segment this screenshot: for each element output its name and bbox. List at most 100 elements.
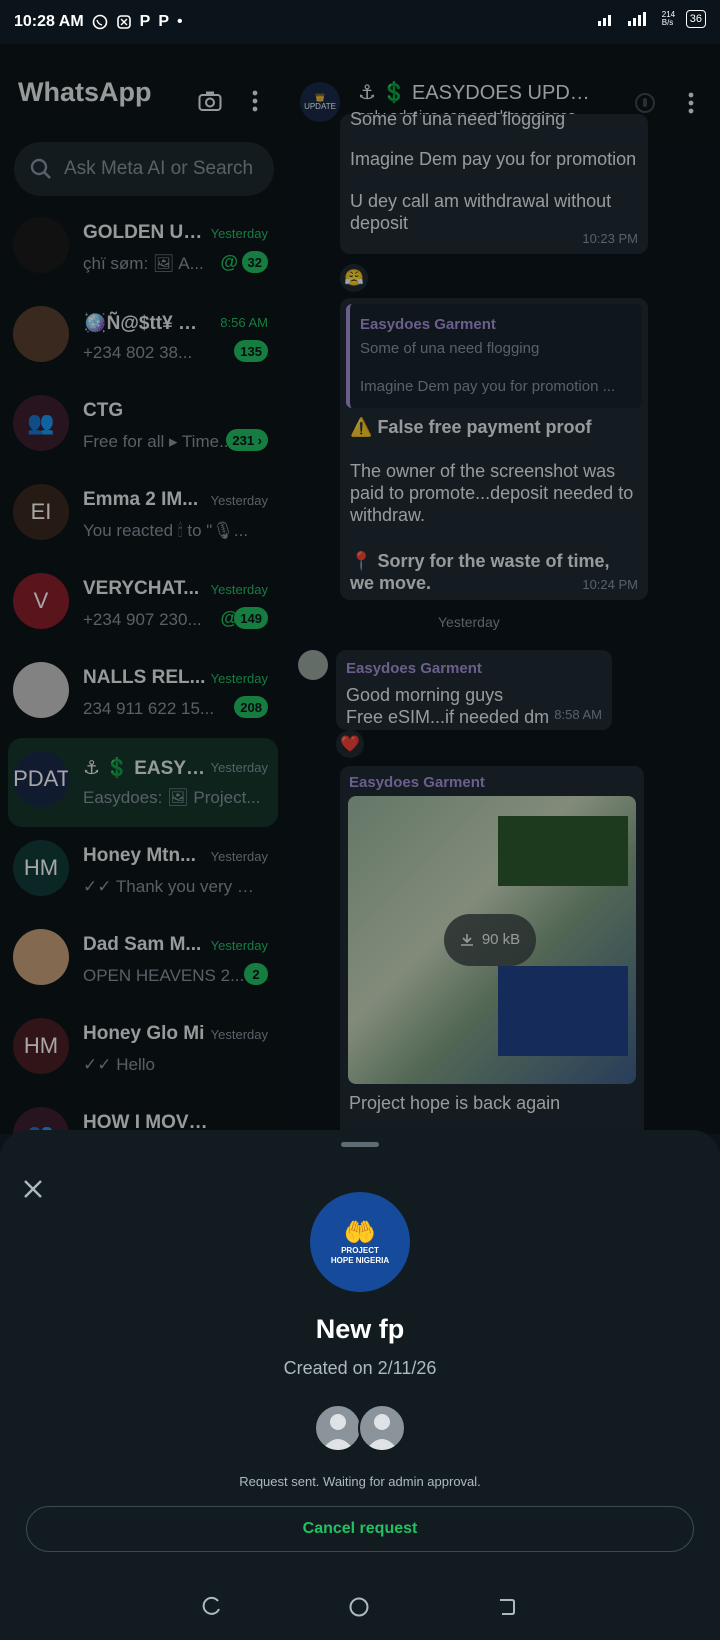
avatar-initials: UPDATE [13,766,69,791]
group-logo: 🤲 PROJECT HOPE NIGERIA [310,1192,410,1292]
unread-badge: 32 [241,251,268,273]
message-time: 10:23 PM [582,231,638,246]
group-created-date: Created on 2/11/26 [283,1358,437,1378]
warning-icon: ⚠️ [350,417,373,437]
unread-badge: 208 [234,696,268,718]
status-time: 10:28 AM [14,13,84,30]
chat-avatar[interactable] [13,217,69,273]
chat-row[interactable]: NALLS REL... Yesterday 234 911 622 15... 20… [0,649,288,738]
chat-avatar[interactable]: HM [13,1018,69,1074]
chat-name: Dad Sam M... [83,934,202,955]
message-bubble[interactable]: Some of una need flogging Imagine Dem pa… [340,109,648,254]
chat-name: CTG [83,400,124,421]
sheet-drag-handle[interactable] [341,1142,379,1147]
image-message-bubble[interactable]: Easydoes Garment 90 kB Project hope is b… [340,766,644,1134]
app-status-icon [116,15,131,29]
net-speed: 214 B/s [661,10,676,27]
person-icon [366,1414,398,1450]
message-body: ⚠️ False free payment proof The owner of… [346,408,642,594]
image-caption: Project hope is back again [349,1093,561,1113]
chat-time: Yesterday [210,493,268,508]
message-heading: ⚠️ False free payment proof [350,416,638,438]
group-name: New fp [315,1314,405,1344]
chat-avatar[interactable]: HM [13,840,69,896]
chat-avatar[interactable] [13,929,69,985]
request-status-text: Request sent. Waiting for admin approval… [239,1474,481,1489]
chat-row[interactable]: HM Honey Mtn... Yesterday ✓✓ Thank you very… [0,827,288,916]
chat-avatar[interactable]: EI [13,484,69,540]
status-notification-icons: P P • [92,13,183,31]
unread-badge: 135 [234,340,268,362]
chat-row[interactable]: 🪩Ñ@$tt¥ ū₱... 8:56 AM +234 802 38... 135 [0,293,288,382]
chat-name: ⚓ 💲 EASYD... [83,758,208,779]
message-time: 8:58 AM [554,707,602,722]
chat-avatar[interactable]: V [13,573,69,629]
chat-row[interactable]: UPDATE ⚓ 💲 EASYD...Yesterday Easydoes: 🖼 P… [8,738,278,827]
quoted-text: Some of una need flogging [360,340,540,357]
recent-apps-icon[interactable] [200,1596,222,1618]
menu-dots-icon[interactable] [252,90,258,112]
mention-icon: @ [220,252,238,272]
chat-avatar[interactable]: 👥 [13,395,69,451]
group-avatar[interactable]: 👑 UPDATE [300,82,340,122]
chat-avatar[interactable]: UPDATE [13,751,69,807]
chat-name: 🪩Ñ@$tt¥ ū₱... [83,313,208,334]
quoted-text: Imagine Dem pay you for promotion ... [360,378,616,395]
search-bar[interactable]: Ask Meta AI or Search [14,142,274,196]
chat-time: Yesterday [210,1027,268,1042]
group-title[interactable]: ⚓ 💲 EASYDOES UPDATE... [358,80,598,105]
date-chip: Yesterday [438,614,500,630]
message-heading-text: False free payment proof [377,417,592,437]
chat-row[interactable]: 👥HOW I MOVE...@3 [0,1094,288,1134]
chat-time: Yesterday [210,226,268,241]
image-block [498,966,628,1056]
message-bubble[interactable]: Easydoes Garment Good morning guys Free … [336,650,612,730]
message-bubble[interactable]: Easydoes Garment Some of una need floggi… [340,298,648,600]
message-sender[interactable]: Easydoes Garment [349,772,485,794]
person-icon [322,1414,354,1450]
chat-name: VERYCHAT... [83,578,200,599]
chat-row[interactable]: Dad Sam M... Yesterday OPEN HEAVENS 2... 2 [0,916,288,1005]
chat-avatar[interactable] [13,662,69,718]
member-avatars [312,1404,410,1452]
back-icon[interactable] [496,1596,518,1618]
whatsapp-status-icon [92,14,107,30]
quoted-message[interactable]: Easydoes Garment Some of una need floggi… [346,304,642,408]
message-text: Some of una need flogging [350,109,566,129]
message-text: The owner of the screenshot was paid to … [350,461,634,525]
system-navigation-bar [0,1580,720,1640]
chat-time: 8:56 AM [220,315,268,330]
message-text: Imagine Dem pay you for promotion [350,149,637,169]
chat-row[interactable]: 👥 CTG Free for all ▸ Time... 231 › [0,382,288,471]
p-status-icon-2: P [158,13,169,30]
message-reaction[interactable]: ❤️ [336,730,364,758]
status-right: 214 B/s 36 [596,10,706,28]
blurred-image[interactable]: 90 kB [348,796,636,1084]
camera-icon[interactable] [198,90,222,112]
chat-avatar[interactable] [13,306,69,362]
sender-avatar[interactable] [298,650,328,680]
conversation-menu-icon[interactable] [688,92,694,114]
avatar-initials: HM [23,855,59,880]
unread-badge: 231 › [226,429,268,451]
chat-time: Yesterday [210,582,268,597]
close-icon[interactable] [22,1178,44,1200]
cancel-request-button[interactable]: Cancel request [26,1506,694,1552]
group-invite-sheet: 🤲 PROJECT HOPE NIGERIA New fp Created on… [0,1130,720,1640]
chat-row[interactable]: HM Honey Glo Mi Yesterday ✓✓ Hello [0,1005,288,1094]
logo-graphic: 🤲 [343,1217,377,1247]
download-button[interactable]: 90 kB [444,914,536,966]
chat-row[interactable]: V VERYCHAT... Yesterday +234 907 230... @149 [0,560,288,649]
search-placeholder: Ask Meta AI or Search [64,158,254,179]
message-reaction[interactable]: 😤 [340,264,368,292]
chat-row[interactable]: EI Emma 2 IM... Yesterday You reacted 🕯 to … [0,471,288,560]
chat-row[interactable]: GOLDEN UP... Yesterday çhï søm: 🖼 A... @32 [0,204,288,293]
home-icon[interactable] [348,1596,370,1618]
battery-icon: 36 [685,10,706,28]
chat-list-panel: WhatsApp Ask Meta AI or Search GOLDEN UP… [0,44,288,1134]
download-icon [460,934,473,946]
message-sender[interactable]: Easydoes Garment [346,658,602,680]
status-bar: 10:28 AM P P • 214 B/s 36 [0,0,720,44]
chat-list-header: WhatsApp [0,44,288,140]
avatar-initials: V [33,588,49,613]
